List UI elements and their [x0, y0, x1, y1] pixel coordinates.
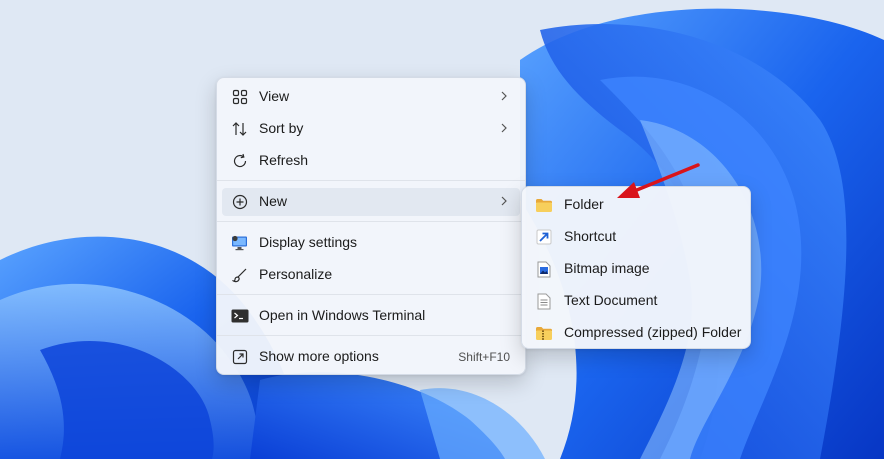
submenu-item-compressed-folder[interactable]: Compressed (zipped) Folder	[527, 319, 745, 347]
menu-item-new[interactable]: New	[222, 188, 520, 216]
zip-folder-icon	[535, 324, 553, 342]
submenu-item-label: Folder	[564, 196, 604, 212]
menu-item-label: View	[259, 88, 290, 104]
terminal-icon	[231, 307, 249, 325]
refresh-icon	[231, 152, 249, 170]
menu-item-label: New	[259, 193, 288, 209]
new-submenu: Folder Shortcut Bitmap image Text Docume…	[521, 186, 751, 349]
folder-icon	[535, 196, 553, 214]
keyboard-shortcut: Shift+F10	[458, 350, 510, 364]
menu-item-label: Personalize	[259, 266, 333, 282]
bitmap-icon	[535, 260, 553, 278]
chevron-right-icon	[501, 91, 507, 101]
menu-item-show-more-options[interactable]: Show more options Shift+F10	[222, 343, 520, 371]
chevron-right-icon	[501, 123, 507, 133]
menu-item-open-terminal[interactable]: Open in Windows Terminal	[222, 302, 520, 330]
menu-item-sort-by[interactable]: Sort by	[222, 115, 520, 143]
submenu-item-label: Text Document	[564, 292, 658, 308]
expand-icon	[231, 348, 249, 366]
menu-item-label: Display settings	[259, 234, 358, 250]
menu-item-refresh[interactable]: Refresh	[222, 147, 520, 175]
menu-item-view[interactable]: View	[222, 83, 520, 111]
submenu-item-shortcut[interactable]: Shortcut	[527, 223, 745, 251]
brush-icon	[231, 266, 249, 284]
menu-item-label: Open in Windows Terminal	[259, 307, 426, 323]
menu-item-label: Refresh	[259, 152, 309, 168]
submenu-item-label: Bitmap image	[564, 260, 650, 276]
submenu-item-label: Compressed (zipped) Folder	[564, 324, 742, 340]
submenu-item-bitmap-image[interactable]: Bitmap image	[527, 255, 745, 283]
menu-separator	[217, 294, 525, 295]
desktop-context-menu: View Sort by Refresh New Display setting…	[216, 77, 526, 375]
submenu-item-text-document[interactable]: Text Document	[527, 287, 745, 315]
grid-icon	[231, 88, 249, 106]
menu-item-label: Show more options	[259, 348, 379, 364]
menu-separator	[217, 221, 525, 222]
chevron-right-icon	[501, 196, 507, 206]
text-document-icon	[535, 292, 553, 310]
display-icon	[231, 234, 249, 252]
menu-separator	[217, 180, 525, 181]
sort-icon	[231, 120, 249, 138]
plus-circle-icon	[231, 193, 249, 211]
submenu-item-folder[interactable]: Folder	[527, 191, 745, 219]
menu-separator	[217, 335, 525, 336]
submenu-item-label: Shortcut	[564, 228, 617, 244]
shortcut-icon	[535, 228, 553, 246]
menu-item-display-settings[interactable]: Display settings	[222, 229, 520, 257]
menu-item-label: Sort by	[259, 120, 304, 136]
menu-item-personalize[interactable]: Personalize	[222, 261, 520, 289]
